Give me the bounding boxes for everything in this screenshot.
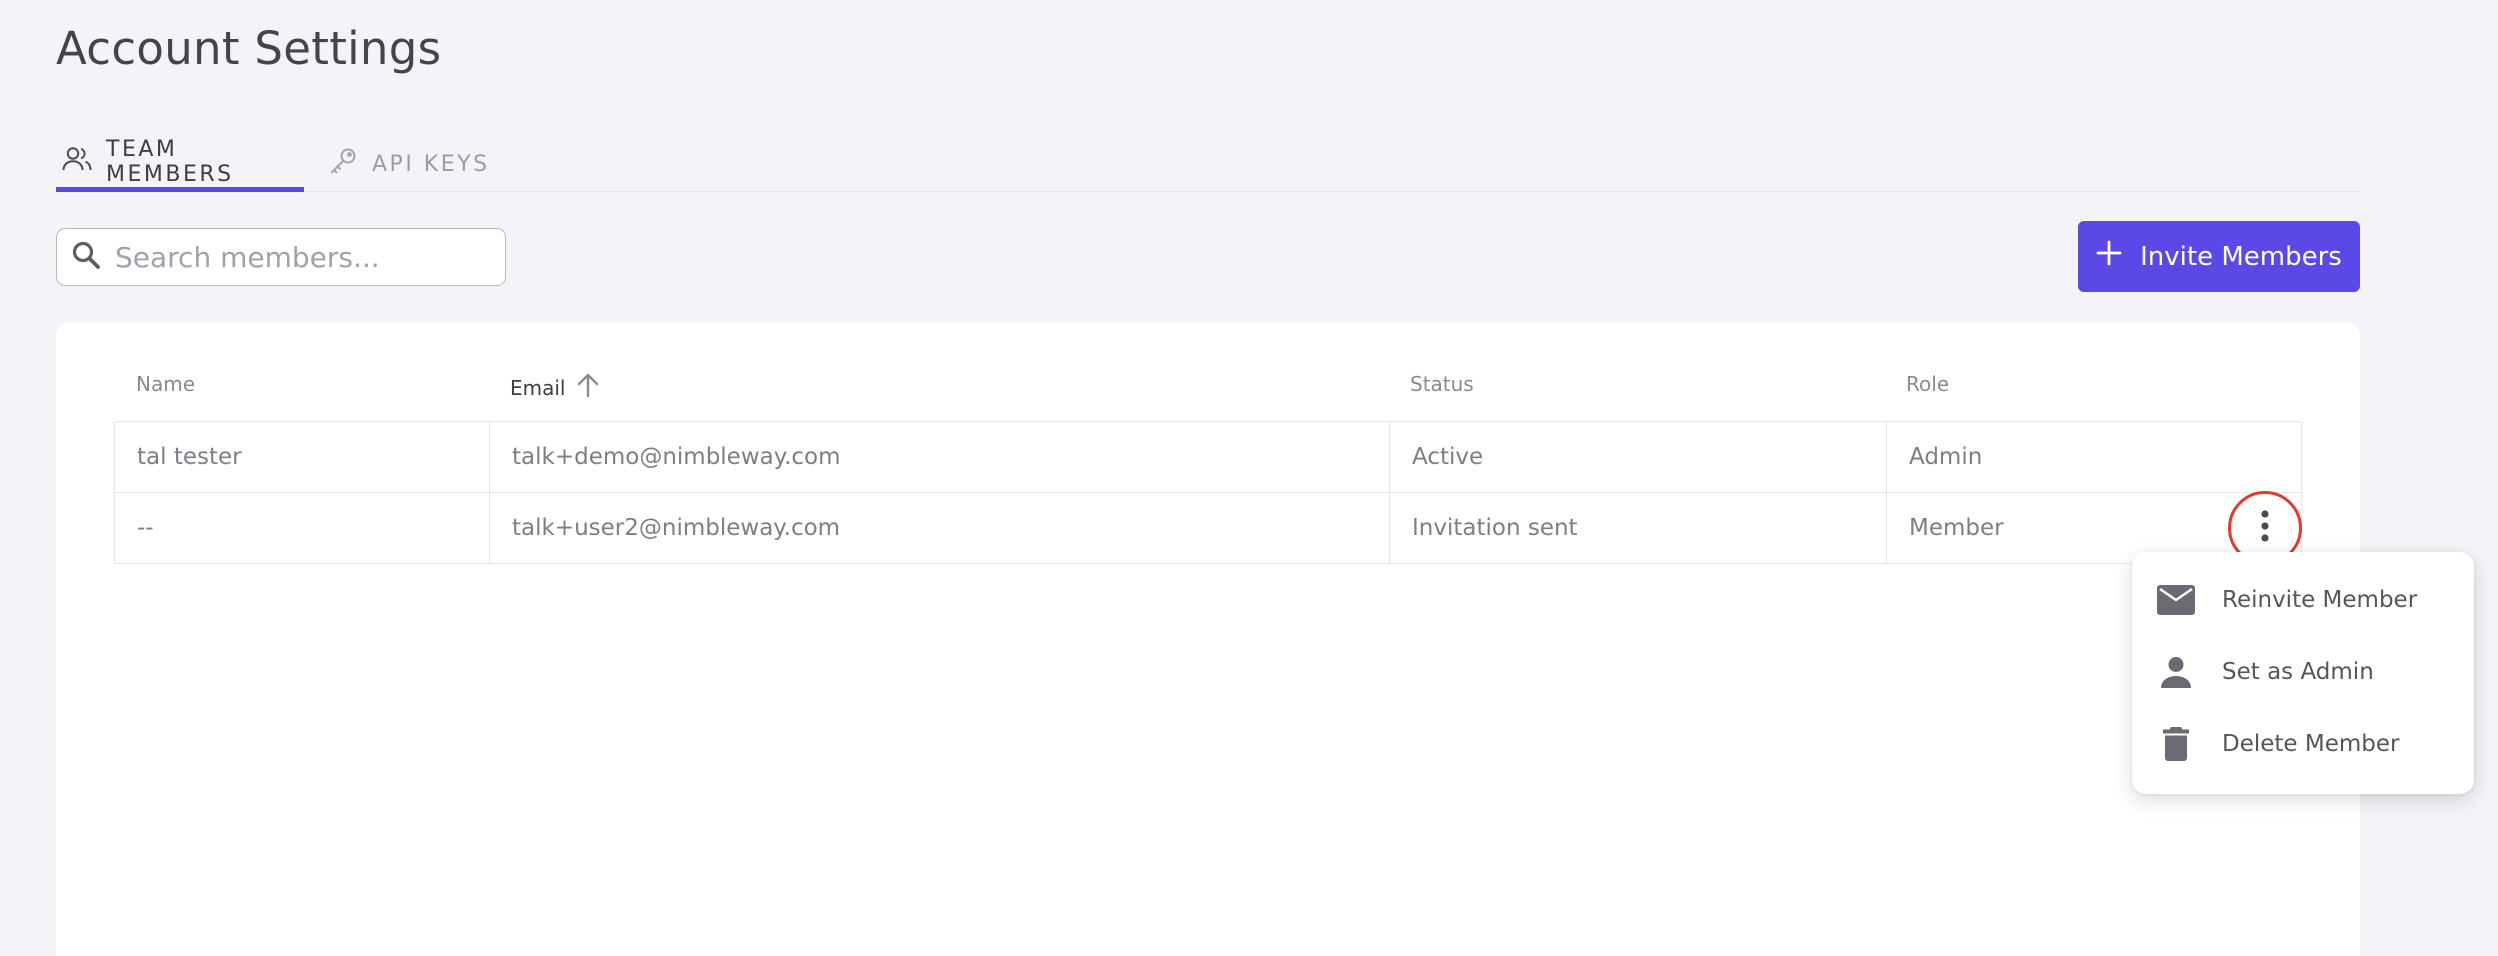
menu-item-label: Set as Admin xyxy=(2222,659,2374,685)
plus-icon xyxy=(2096,240,2122,273)
page-title: Account Settings xyxy=(56,22,442,75)
menu-item-delete-member[interactable]: Delete Member xyxy=(2132,708,2474,780)
menu-item-set-as-admin[interactable]: Set as Admin xyxy=(2132,636,2474,708)
cell-email: talk+demo@nimbleway.com xyxy=(489,422,1389,492)
envelope-icon xyxy=(2156,585,2196,615)
table-row[interactable]: -- talk+user2@nimbleway.com Invitation s… xyxy=(114,492,2302,564)
key-icon xyxy=(328,147,358,181)
table-row[interactable]: tal tester talk+demo@nimbleway.com Activ… xyxy=(114,421,2302,493)
more-vertical-icon xyxy=(2260,509,2270,547)
cell-email: talk+user2@nimbleway.com xyxy=(489,493,1389,563)
cell-role: Admin xyxy=(1886,422,2301,492)
search-box[interactable] xyxy=(56,228,506,286)
members-table-card xyxy=(56,322,2360,956)
cell-name: tal tester xyxy=(137,444,242,470)
people-icon xyxy=(62,146,92,178)
cell-name: -- xyxy=(137,515,154,541)
cell-status: Invitation sent xyxy=(1389,493,1886,563)
person-icon xyxy=(2156,656,2196,688)
menu-item-label: Delete Member xyxy=(2222,731,2400,757)
column-header-status[interactable]: Status xyxy=(1410,372,1474,396)
row-actions-menu: Reinvite Member Set as Admin Delete Memb… xyxy=(2132,552,2474,794)
trash-icon xyxy=(2156,727,2196,761)
tab-bar: TEAM MEMBERS API KEYS xyxy=(56,136,2360,192)
tab-team-members-label: TEAM MEMBERS xyxy=(106,136,234,187)
search-input[interactable] xyxy=(115,240,475,274)
menu-item-label: Reinvite Member xyxy=(2222,587,2418,613)
menu-item-reinvite-member[interactable]: Reinvite Member xyxy=(2132,564,2474,636)
column-header-email[interactable]: Email xyxy=(510,372,600,403)
column-header-name[interactable]: Name xyxy=(136,372,195,396)
column-header-role[interactable]: Role xyxy=(1906,372,1949,396)
cell-status: Active xyxy=(1389,422,1886,492)
tab-api-keys[interactable]: API KEYS xyxy=(328,136,490,192)
sort-ascending-icon[interactable] xyxy=(576,372,600,403)
search-icon xyxy=(71,240,101,274)
tab-api-keys-label: API KEYS xyxy=(372,151,490,177)
invite-members-button[interactable]: Invite Members xyxy=(2078,221,2360,292)
tab-team-members[interactable]: TEAM MEMBERS xyxy=(56,136,304,192)
invite-members-label: Invite Members xyxy=(2140,241,2342,272)
account-settings-page: Account Settings TEAM MEMBERS API KEYS S… xyxy=(0,0,2498,956)
